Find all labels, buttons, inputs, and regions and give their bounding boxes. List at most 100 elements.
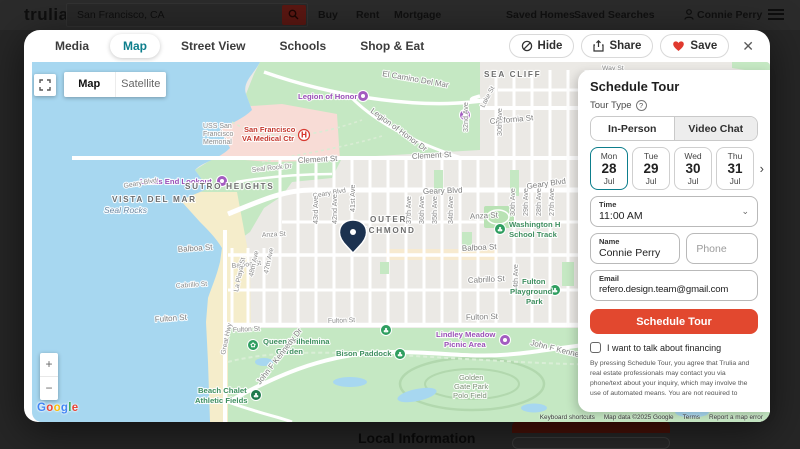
map-label: Memorial (203, 139, 232, 146)
map-label: Polo Field (453, 391, 487, 400)
close-icon[interactable]: ✕ (736, 38, 758, 55)
lindley-meadow-icon[interactable] (500, 335, 511, 346)
date-card-tue-29[interactable]: Tue29Jul (632, 147, 670, 190)
modal-header: Media Map Street View Schools Shop & Eat Hid… (24, 30, 770, 62)
date-card-mon-28[interactable]: Mon28Jul (590, 147, 628, 190)
map-label: Golden (459, 373, 484, 382)
nav-buy[interactable]: Buy (318, 9, 338, 21)
map-label: Gate Park (454, 382, 488, 391)
map-label: Anza St (262, 231, 286, 239)
schedule-tour-panel: Schedule Tour Tour Type ? In-PersonVideo… (578, 70, 770, 412)
background-secondary-button (512, 437, 670, 449)
date-card-thu-31[interactable]: Thu31Jul (716, 147, 754, 190)
map-label: 41st Ave (348, 185, 357, 212)
map-label: 36th Ave (417, 196, 426, 224)
map-label: 27th Ave (547, 188, 556, 216)
hide-icon (521, 40, 533, 52)
search-button[interactable] (282, 5, 306, 25)
map-label: Playground (510, 287, 553, 296)
svg-text:♣: ♣ (253, 392, 259, 400)
save-label: Save (690, 40, 717, 52)
zoom-out-button[interactable]: − (40, 377, 58, 400)
nav-saved-searches[interactable]: Saved Searches (574, 9, 655, 21)
tour-type-video-chat[interactable]: Video Chat (675, 117, 758, 140)
email-value: refero.design.team@gmail.com (599, 284, 749, 295)
fullscreen-button[interactable] (34, 74, 56, 96)
school-track-icon[interactable]: ♣ (495, 224, 506, 235)
nav-rent[interactable]: Rent (356, 9, 379, 21)
map-label: Beach Chalet (198, 386, 247, 395)
tab-schools[interactable]: Schools (267, 34, 340, 58)
map-label: Fulton St (328, 317, 356, 325)
map-label: 42nd Ave (330, 194, 339, 224)
map-label: Balboa St (462, 242, 498, 253)
map-label: VISTA DEL MAR (112, 195, 197, 204)
phone-field[interactable]: Phone (686, 233, 758, 264)
map-label: Picnic Area (444, 340, 486, 349)
tour-type-in-person[interactable]: In-Person (591, 117, 675, 140)
tab-shop-eat[interactable]: Shop & Eat (347, 34, 437, 58)
name-field[interactable]: Name Connie Perry (590, 233, 680, 264)
site-header: trulia San Francisco, CA Buy Rent Mortga… (0, 0, 800, 30)
map-label: Francisco (203, 131, 233, 138)
map-label: Fulton St (233, 326, 261, 334)
map-label: 29th Ave (521, 188, 530, 216)
tour-type-toggle: In-PersonVideo Chat (590, 116, 758, 141)
zoom-in-button[interactable]: + (40, 353, 58, 377)
phone-placeholder: Phone (696, 243, 726, 255)
hide-button[interactable]: Hide (509, 34, 575, 58)
map-label: Washington H (509, 220, 561, 229)
user-name[interactable]: Connie Perry (697, 9, 762, 21)
svg-text:H: H (301, 131, 307, 140)
share-button[interactable]: Share (581, 34, 653, 58)
location-search-input[interactable]: San Francisco, CA (66, 3, 308, 27)
share-label: Share (609, 40, 641, 52)
name-value: Connie Perry (599, 247, 671, 259)
map-label: Lindley Meadow (436, 330, 495, 339)
tab-street-view[interactable]: Street View (168, 34, 258, 58)
map-label: 28th Ave (534, 188, 543, 216)
financing-checkbox[interactable] (590, 342, 601, 353)
email-label: Email (599, 274, 749, 283)
map-label: SEA CLIFF (484, 70, 541, 79)
map-label: 30th Ave (495, 108, 504, 136)
next-dates-icon[interactable]: › (760, 161, 764, 176)
hospital-icon[interactable]: H (299, 130, 310, 141)
map-label: School Track (509, 230, 558, 239)
map-type-satellite[interactable]: Satellite (115, 72, 167, 97)
map-attribution: Keyboard shortcuts Map data ©2025 Google T… (540, 414, 763, 421)
schedule-tour-button[interactable]: Schedule Tour (590, 309, 758, 334)
nav-mortgage[interactable]: Mortgage (394, 9, 441, 21)
bison-paddock-icon[interactable]: ♣ (395, 349, 406, 360)
tree-icon[interactable]: ♣ (381, 325, 392, 336)
map-label: 34th Ave (446, 196, 455, 224)
tab-media[interactable]: Media (42, 34, 102, 58)
search-icon (288, 9, 299, 20)
attribution-item[interactable]: Terms (683, 414, 700, 421)
menu-icon[interactable] (768, 9, 784, 20)
map-zoom-control: + − (40, 353, 58, 400)
google-logo[interactable]: Google (37, 402, 78, 414)
legion-of-honor-icon[interactable] (358, 91, 369, 102)
attribution-item[interactable]: Report a map error (709, 414, 763, 421)
fullscreen-icon (39, 79, 51, 91)
tab-map[interactable]: Map (110, 34, 160, 58)
date-card-wed-30[interactable]: Wed30Jul (674, 147, 712, 190)
email-field[interactable]: Email refero.design.team@gmail.com (590, 270, 758, 301)
map-label: 32nd Ave (461, 102, 470, 132)
attribution-item[interactable]: Map data ©2025 Google (604, 414, 674, 421)
garden-icon[interactable]: ✿ (248, 340, 259, 351)
time-select[interactable]: Time 11:00 AM ⌄ (590, 196, 758, 227)
nav-saved-homes[interactable]: Saved Homes (506, 9, 575, 21)
map-type-map[interactable]: Map (64, 72, 115, 97)
attribution-item[interactable]: Keyboard shortcuts (540, 414, 595, 421)
save-button[interactable]: Save (660, 34, 729, 58)
beach-chalet-icon[interactable]: ♣ (251, 390, 262, 401)
map-label: OUTER (370, 215, 407, 224)
map-label: VA Medical Ctr (242, 134, 294, 143)
help-icon[interactable]: ? (636, 100, 647, 111)
map-label: Park (526, 297, 543, 306)
legal-disclaimer: By pressing Schedule Tour, you agree tha… (590, 359, 758, 395)
map-label: Legion of Honor (298, 92, 357, 101)
trulia-logo[interactable]: trulia (24, 5, 69, 25)
